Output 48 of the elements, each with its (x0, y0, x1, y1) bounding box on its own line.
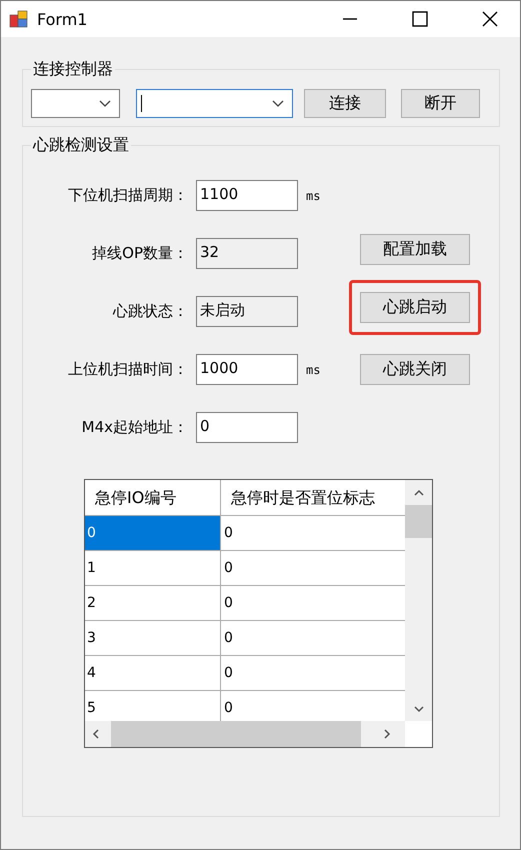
text-field[interactable]: 未启动 (196, 296, 298, 327)
dropdown[interactable] (31, 89, 120, 118)
table-cell[interactable]: 2 (85, 586, 221, 620)
text-field[interactable]: 1000 (196, 354, 298, 385)
table-cell[interactable]: 1 (85, 551, 221, 585)
button[interactable]: 连接 (304, 89, 386, 118)
app-icon (9, 9, 29, 29)
scroll-right-icon[interactable] (384, 729, 391, 739)
close-icon[interactable] (482, 11, 498, 27)
dropdown[interactable] (136, 89, 293, 118)
vertical-scrollbar[interactable] (405, 480, 432, 721)
text-field[interactable]: 32 (196, 238, 298, 269)
horizontal-scrollbar[interactable] (85, 721, 405, 747)
field-label: 心跳状态： (112, 302, 188, 321)
button[interactable]: 配置加载 (360, 234, 470, 264)
column-header[interactable]: 急停时是否置位标志 (221, 480, 405, 515)
button[interactable]: 心跳启动 (360, 292, 470, 322)
text-field[interactable]: 1100 (196, 180, 298, 211)
table-cell[interactable]: 0 (221, 656, 405, 690)
table-cell[interactable]: 0 (221, 551, 405, 585)
unit-label: ms (306, 362, 320, 376)
table-cell[interactable]: 0 (221, 691, 405, 721)
button[interactable]: 心跳关闭 (360, 354, 470, 385)
chevron-icon (99, 100, 111, 108)
scroll-thumb[interactable] (405, 505, 432, 538)
field-label: 下位机扫描周期： (67, 186, 188, 205)
field-label: 掉线OP数量： (91, 244, 188, 263)
field-label: 上位机扫描时间： (67, 360, 188, 379)
unit-label: ms (306, 188, 320, 202)
window-title: Form1 (37, 10, 88, 28)
group-title: 心跳检测设置 (32, 135, 130, 156)
scroll-up-icon[interactable] (414, 489, 424, 496)
maximize-icon[interactable] (412, 11, 428, 27)
table-cell[interactable]: 0 (85, 516, 221, 550)
field-label: M4x起始地址： (80, 418, 188, 437)
scroll-left-icon[interactable] (92, 729, 99, 739)
scroll-down-icon[interactable] (414, 706, 424, 713)
scroll-thumb[interactable] (111, 721, 361, 747)
table-cell[interactable]: 0 (221, 516, 405, 550)
table-cell[interactable]: 4 (85, 656, 221, 690)
table-cell[interactable]: 0 (221, 586, 405, 620)
table-cell[interactable]: 0 (221, 621, 405, 655)
table-cell[interactable]: 3 (85, 621, 221, 655)
text-field[interactable]: 0 (196, 412, 298, 443)
column-header[interactable]: 急停IO编号 (85, 480, 221, 515)
group-title: 连接控制器 (32, 59, 114, 80)
button[interactable]: 断开 (401, 89, 480, 118)
chevron-icon (272, 100, 284, 108)
